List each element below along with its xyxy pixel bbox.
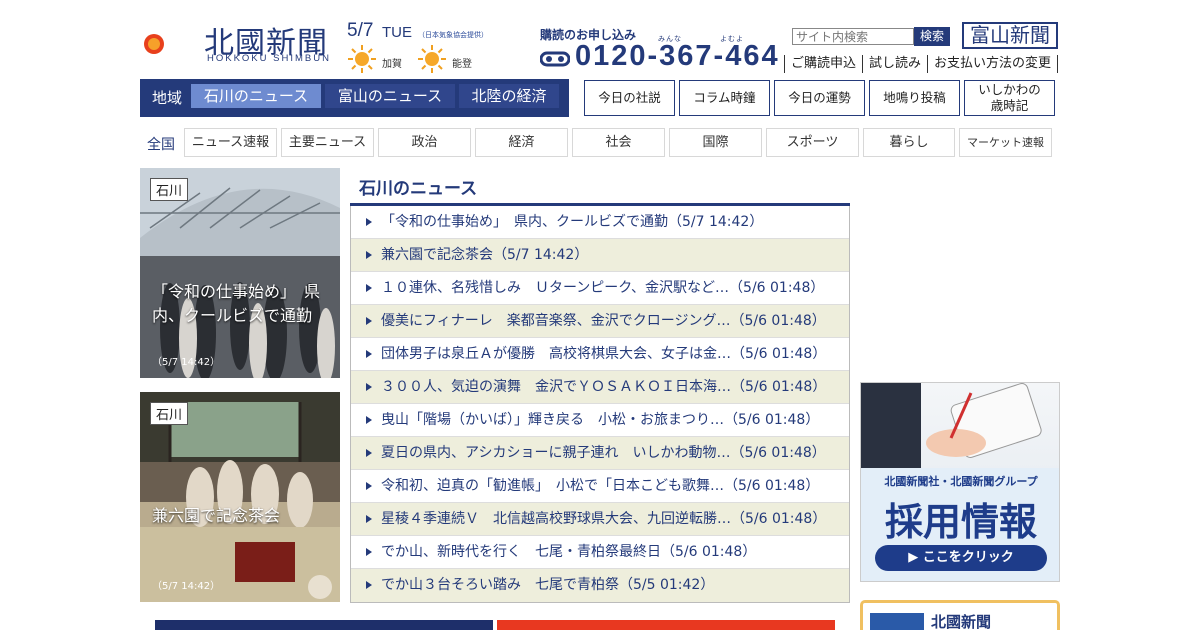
link-payment-change[interactable]: お支払い方法の変更 bbox=[927, 55, 1059, 73]
bottom-banner-left[interactable] bbox=[155, 620, 493, 630]
nav-editorial[interactable]: 今日の社説 bbox=[584, 80, 675, 116]
news-headline[interactable]: 団体男子は泉丘Ａが優勝 高校将棋県大会、女子は金…（5/6 01:48） bbox=[381, 346, 826, 362]
weather-credit[interactable]: （日本気象協会提供） bbox=[418, 30, 488, 40]
cat-economy[interactable]: 経済 bbox=[475, 128, 568, 157]
cat-sports[interactable]: スポーツ bbox=[766, 128, 859, 157]
cat-politics[interactable]: 政治 bbox=[378, 128, 471, 157]
news-list: 「令和の仕事始め」 県内、クールビズで通勤（5/7 14:42） 兼六園で記念茶… bbox=[350, 206, 850, 603]
bullet-triangle-icon bbox=[366, 515, 372, 523]
play-triangle-icon: ▶ bbox=[908, 550, 923, 565]
link-subscribe[interactable]: ご購読申込 bbox=[784, 55, 862, 73]
ad-headline: 採用情報 bbox=[884, 500, 1037, 544]
list-item[interactable]: でか山、新時代を行く 七尾・青柏祭最終日（5/6 01:48） bbox=[351, 536, 849, 569]
logo-mark-icon[interactable] bbox=[140, 16, 198, 66]
cat-international[interactable]: 国際 bbox=[669, 128, 762, 157]
news-headline[interactable]: 星稜４季連続Ｖ 北信越高校野球県大会、九回逆転勝…（5/6 01:48） bbox=[381, 511, 826, 527]
bullet-triangle-icon bbox=[366, 350, 372, 358]
category-label: 全国 bbox=[147, 137, 175, 153]
cat-breaking-news[interactable]: ニュース速報 bbox=[184, 128, 277, 157]
search-button[interactable]: 検索 bbox=[914, 27, 950, 46]
news-headline[interactable]: 曳山「階場（かいば）」輝き戻る 小松・お旅まつり…（5/6 01:48） bbox=[381, 412, 819, 428]
bullet-triangle-icon bbox=[366, 449, 372, 457]
bullet-triangle-icon bbox=[366, 548, 372, 556]
list-item[interactable]: 星稜４季連続Ｖ 北信越高校野球県大会、九回逆転勝…（5/6 01:48） bbox=[351, 503, 849, 536]
region-nav-label: 地域 bbox=[152, 89, 183, 107]
sun-icon bbox=[418, 45, 446, 73]
list-item[interactable]: 曳山「階場（かいば）」輝き戻る 小松・お旅まつり…（5/6 01:48） bbox=[351, 404, 849, 437]
cat-society[interactable]: 社会 bbox=[572, 128, 665, 157]
promo-thumbnail bbox=[870, 613, 924, 630]
nav-fortune[interactable]: 今日の運勢 bbox=[774, 80, 865, 116]
search-input[interactable] bbox=[792, 28, 914, 45]
news-headline[interactable]: ３００人、気迫の演舞 金沢でＹＯＳＡＫＯＩ日本海…（5/6 01:48） bbox=[381, 379, 826, 395]
news-headline[interactable]: でか山、新時代を行く 七尾・青柏祭最終日（5/6 01:48） bbox=[381, 544, 756, 560]
bullet-triangle-icon bbox=[366, 284, 372, 292]
weather-city-kaga: 加賀 bbox=[382, 59, 402, 70]
photo-region-tag: 石川 bbox=[150, 178, 189, 201]
photo-timestamp: （5/7 14:42） bbox=[152, 357, 221, 368]
recruit-ad-banner[interactable]: 北國新聞社・北國新聞グループ 採用情報 ▶ ここをクリック bbox=[860, 382, 1060, 582]
toyama-shimbun-link[interactable]: 富山新聞 bbox=[962, 22, 1058, 49]
tab-ishikawa-news[interactable]: 石川のニュース bbox=[191, 84, 321, 108]
bullet-triangle-icon bbox=[366, 482, 372, 490]
list-item[interactable]: 夏日の県内、アシカショーに親子連れ いしかわ動物…（5/6 01:48） bbox=[351, 437, 849, 470]
promo-title: 北國新聞 bbox=[931, 613, 992, 630]
sun-icon bbox=[348, 45, 376, 73]
bullet-triangle-icon bbox=[366, 383, 372, 391]
photo-region-tag: 石川 bbox=[150, 402, 189, 425]
cat-main-news[interactable]: 主要ニュース bbox=[281, 128, 374, 157]
cat-lifestyle[interactable]: 暮らし bbox=[863, 128, 955, 157]
list-item[interactable]: 優美にフィナーレ 楽都音楽祭、金沢でクロージング…（5/6 01:48） bbox=[351, 305, 849, 338]
weather-city-noto: 能登 bbox=[452, 59, 472, 70]
day-of-week: TUE bbox=[382, 24, 412, 41]
list-item[interactable]: １０連休、名残惜しみ Ｕターンピーク、金沢駅など…（5/6 01:48） bbox=[351, 272, 849, 305]
news-section-title: 石川のニュース bbox=[359, 179, 478, 199]
bullet-triangle-icon bbox=[366, 218, 372, 226]
news-headline[interactable]: 令和初、迫真の「勧進帳」 小松で「日本こども歌舞…（5/6 01:48） bbox=[381, 478, 819, 494]
bullet-triangle-icon bbox=[366, 416, 372, 424]
featured-photo-1[interactable]: 石川 「令和の仕事始め」 県内、クールビズで通勤 （5/7 14:42） bbox=[140, 168, 340, 378]
bullet-triangle-icon bbox=[366, 581, 372, 589]
list-item[interactable]: 令和初、迫真の「勧進帳」 小松で「日本こども歌舞…（5/6 01:48） bbox=[351, 470, 849, 503]
nav-column-jisho[interactable]: コラム時鐘 bbox=[679, 80, 770, 116]
tab-toyama-news[interactable]: 富山のニュース bbox=[325, 84, 455, 108]
news-headline[interactable]: 夏日の県内、アシカショーに親子連れ いしかわ動物…（5/6 01:48） bbox=[381, 445, 826, 461]
link-trial[interactable]: 試し読み bbox=[862, 55, 927, 73]
current-date: 5/7 bbox=[347, 20, 374, 41]
photo-timestamp: （5/7 14:42） bbox=[152, 581, 221, 592]
news-headline[interactable]: 兼六園で記念茶会（5/7 14:42） bbox=[381, 247, 588, 263]
list-item[interactable]: 団体男子は泉丘Ａが優勝 高校将棋県大会、女子は金…（5/6 01:48） bbox=[351, 338, 849, 371]
ad-click-label: ここをクリック bbox=[922, 550, 1014, 565]
bullet-triangle-icon bbox=[366, 251, 372, 259]
tab-hokuriku-economy[interactable]: 北陸の経済 bbox=[459, 84, 559, 108]
photo-caption[interactable]: 「令和の仕事始め」 県内、クールビズで通勤 bbox=[152, 280, 337, 328]
ad-company-line: 北國新聞社・北國新聞グループ bbox=[884, 475, 1038, 488]
list-item[interactable]: 「令和の仕事始め」 県内、クールビズで通勤（5/7 14:42） bbox=[351, 206, 849, 239]
news-headline[interactable]: 優美にフィナーレ 楽都音楽祭、金沢でクロージング…（5/6 01:48） bbox=[381, 313, 826, 329]
list-item[interactable]: 兼六園で記念茶会（5/7 14:42） bbox=[351, 239, 849, 272]
featured-photo-2[interactable]: 石川 兼六園で記念茶会 （5/7 14:42） bbox=[140, 392, 340, 602]
hokkoku-promo-card[interactable]: 北國新聞 bbox=[860, 600, 1060, 630]
bullet-triangle-icon bbox=[366, 317, 372, 325]
news-headline[interactable]: でか山３台そろい踏み 七尾で青柏祭（5/5 01:42） bbox=[381, 577, 714, 593]
nav-reader-posts[interactable]: 地鳴り投稿 bbox=[869, 80, 960, 116]
logo-subtitle: HOKKOKU SHIMBUN bbox=[207, 53, 331, 64]
list-item[interactable]: でか山３台そろい踏み 七尾で青柏祭（5/5 01:42） bbox=[351, 569, 849, 602]
ad-click-button[interactable]: ▶ ここをクリック bbox=[875, 545, 1047, 571]
freedial-icon bbox=[540, 51, 570, 67]
bottom-banner-right[interactable] bbox=[497, 620, 835, 630]
list-item[interactable]: ３００人、気迫の演舞 金沢でＹＯＳＡＫＯＩ日本海…（5/6 01:48） bbox=[351, 371, 849, 404]
top-links: ご購読申込 試し読み お支払い方法の変更 bbox=[784, 55, 1059, 73]
photo-caption[interactable]: 兼六園で記念茶会 bbox=[152, 504, 280, 528]
news-headline[interactable]: １０連休、名残惜しみ Ｕターンピーク、金沢駅など…（5/6 01:48） bbox=[381, 280, 824, 296]
news-headline[interactable]: 「令和の仕事始め」 県内、クールビズで通勤（5/7 14:42） bbox=[381, 214, 763, 230]
subscribe-phone[interactable]: 0120-367-464 bbox=[575, 40, 780, 73]
cat-market-flash[interactable]: マーケット速報 bbox=[959, 128, 1052, 157]
nav-ishikawa-almanac[interactable]: いしかわの 歳時記 bbox=[964, 80, 1055, 116]
